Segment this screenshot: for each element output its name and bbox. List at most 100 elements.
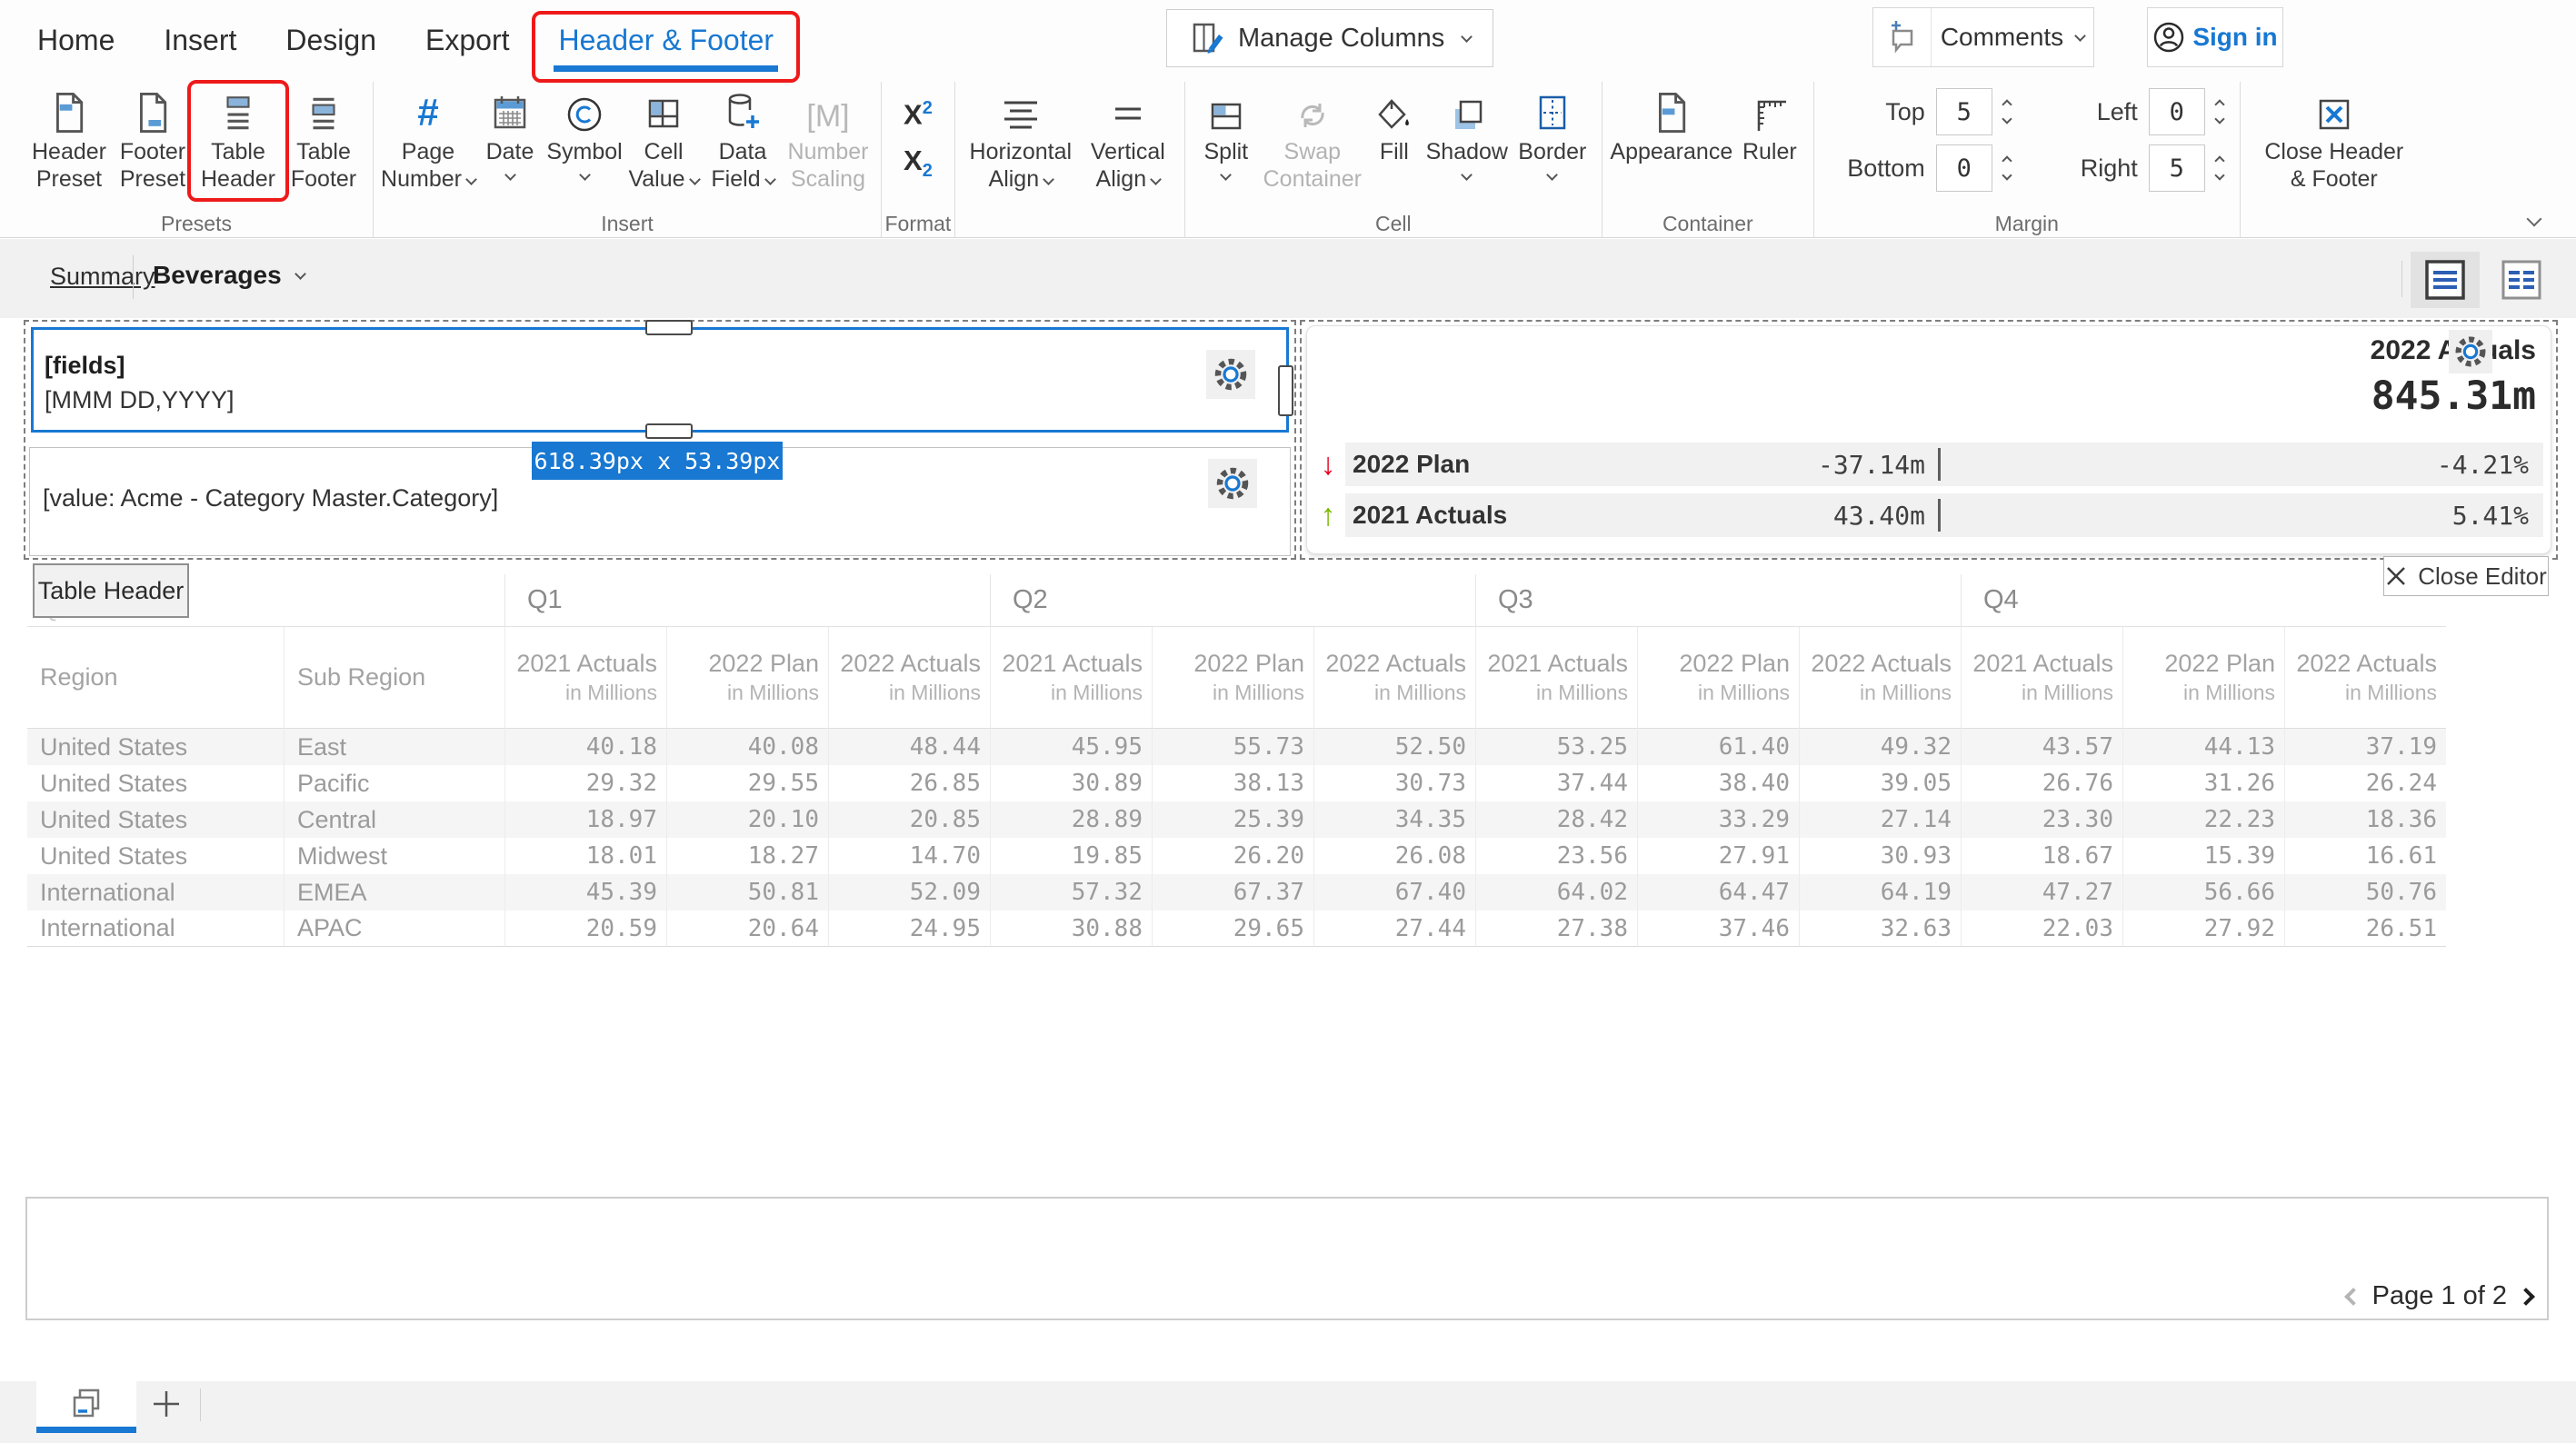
symbol-button[interactable]: Symbol	[544, 82, 624, 198]
table-cell: 16.61	[2284, 838, 2446, 874]
margin-left-input[interactable]: 0	[2149, 88, 2205, 135]
bottom-sheet-bar	[0, 1381, 2576, 1443]
margin-right-input[interactable]: 5	[2149, 144, 2205, 192]
table-cell: 19.85	[990, 838, 1152, 874]
page-number-button[interactable]: # Page Number	[381, 82, 475, 198]
header-fields-cell-selected[interactable]: [fields] [MMM DD,YYYY]	[31, 327, 1289, 433]
cell-region: International	[27, 911, 284, 947]
date-button[interactable]: Date	[475, 82, 544, 198]
fields-placeholder-text: [fields]	[45, 352, 125, 380]
kpi-settings-button[interactable]	[2449, 330, 2492, 373]
tab-header-footer[interactable]: Header & Footer	[534, 24, 798, 57]
table-cell: 67.40	[1313, 874, 1475, 911]
horizontal-align-button[interactable]: Horizontal Align	[963, 82, 1079, 198]
sheet-tab-summary[interactable]: Summary	[50, 263, 155, 291]
table-cell: 18.36	[2284, 801, 2446, 838]
tab-design[interactable]: Design	[261, 24, 401, 57]
border-button[interactable]: Border	[1511, 82, 1594, 198]
fill-button[interactable]: Fill	[1365, 82, 1423, 198]
ruler-icon	[1750, 87, 1790, 134]
cell-region: International	[27, 874, 284, 911]
tab-export[interactable]: Export	[401, 24, 534, 57]
person-icon	[2152, 21, 2185, 54]
close-header-footer-button[interactable]: Close Header & Footer	[2248, 82, 2421, 198]
data-field-button[interactable]: Data Field	[703, 82, 783, 198]
add-sheet-button[interactable]	[138, 1381, 195, 1427]
table-header-badge[interactable]: Table Header	[33, 563, 189, 618]
ruler-button[interactable]: Ruler	[1733, 82, 1806, 198]
table-cell: 31.26	[2122, 765, 2284, 801]
tab-home[interactable]: Home	[13, 24, 139, 57]
vertical-align-button[interactable]: Vertical Align	[1079, 82, 1177, 198]
table-cell: 61.40	[1637, 729, 1799, 765]
column-header: 2022 Actualsin Millions	[828, 627, 990, 729]
shadow-button[interactable]: Shadow	[1423, 82, 1511, 198]
table-cell: 30.88	[990, 911, 1152, 947]
table-header-label: Table Header	[201, 139, 275, 192]
table-header-button[interactable]: Table Header	[195, 82, 282, 198]
tab-header-footer-label: Header & Footer	[558, 24, 774, 56]
active-sheet-tab[interactable]	[36, 1381, 136, 1427]
table-cell: 50.76	[2284, 874, 2446, 911]
group-caption-cell: Cell	[1185, 212, 1602, 236]
next-page-icon[interactable]	[2517, 1288, 2535, 1306]
group-header-q1: Q1	[504, 574, 990, 627]
previous-page-icon[interactable]	[2344, 1288, 2362, 1306]
table-cell: 26.76	[1961, 765, 2122, 801]
chevron-down-icon	[1461, 31, 1473, 43]
group-header-q4: Q4	[1961, 574, 2446, 627]
margin-bottom-input[interactable]: 0	[1936, 144, 1992, 192]
horizontal-align-label: Horizontal Align	[970, 139, 1073, 192]
chevron-down-icon	[764, 174, 776, 185]
margin-bottom-stepper[interactable]	[2003, 157, 2011, 179]
footer-preset-button[interactable]: Footer Preset	[111, 82, 195, 198]
table-cell: 26.20	[1152, 838, 1313, 874]
margin-top-input[interactable]: 5	[1936, 88, 1992, 135]
two-column-view-button[interactable]	[2487, 252, 2556, 308]
comments-button[interactable]: Comments	[1872, 7, 2094, 67]
resize-handle-top[interactable]	[645, 320, 693, 335]
active-tab-underline	[554, 65, 778, 72]
collapse-ribbon-button[interactable]	[2529, 213, 2540, 229]
header-preset-button[interactable]: Header Preset	[27, 82, 111, 198]
number-scaling-button[interactable]: [M] Number Scaling	[783, 82, 874, 198]
split-button[interactable]: Split	[1193, 82, 1260, 198]
table-footer-button[interactable]: Table Footer	[282, 82, 365, 198]
margin-left-stepper[interactable]	[2216, 101, 2223, 123]
chevron-down-icon	[579, 169, 591, 181]
table-cell: 14.70	[828, 838, 990, 874]
cell-value-button[interactable]: Cell Value	[624, 82, 703, 198]
gear-icon	[2451, 333, 2490, 371]
table-cell: 18.67	[1961, 838, 2122, 874]
subscript-button[interactable]: X2	[904, 144, 933, 182]
margin-right-stepper[interactable]	[2216, 157, 2223, 179]
column-header: 2022 Planin Millions	[2122, 627, 2284, 729]
footer-placeholder-box[interactable]: Page 1 of 2	[25, 1197, 2549, 1320]
manage-columns-label: Manage Columns	[1238, 24, 1444, 54]
superscript-button[interactable]: X2	[904, 98, 933, 131]
kpi-card[interactable]: 2022 Actuals 845.31m ↓ 2022 Plan -37.14m…	[1306, 325, 2551, 554]
shadow-icon	[1448, 87, 1486, 134]
single-column-view-button[interactable]	[2411, 252, 2480, 308]
resize-handle-bottom[interactable]	[645, 423, 693, 439]
sheet-tab-beverages[interactable]: Beverages	[153, 261, 305, 290]
margin-top-stepper[interactable]	[2003, 101, 2011, 123]
shadow-label: Shadow	[1426, 139, 1508, 164]
cell-settings-button[interactable]	[1208, 459, 1257, 508]
margin-top-control: Top 5	[1831, 88, 2011, 135]
manage-columns-button[interactable]: Manage Columns	[1166, 9, 1493, 67]
table-cell: 18.97	[504, 801, 666, 838]
resize-handle-right[interactable]	[1278, 365, 1293, 416]
appearance-icon	[1652, 87, 1691, 134]
appearance-button[interactable]: Appearance	[1610, 82, 1733, 198]
table-cell: 20.10	[666, 801, 828, 838]
cell-region: United States	[27, 838, 284, 874]
cell-subregion: Central	[284, 801, 504, 838]
tab-insert[interactable]: Insert	[139, 24, 261, 57]
cell-settings-button[interactable]	[1206, 350, 1255, 399]
table-cell: 20.64	[666, 911, 828, 947]
sign-in-button[interactable]: Sign in	[2147, 7, 2283, 67]
chevron-down-icon	[1220, 169, 1232, 181]
swap-container-button[interactable]: Swap Container	[1260, 82, 1365, 198]
gear-icon	[1211, 354, 1251, 394]
